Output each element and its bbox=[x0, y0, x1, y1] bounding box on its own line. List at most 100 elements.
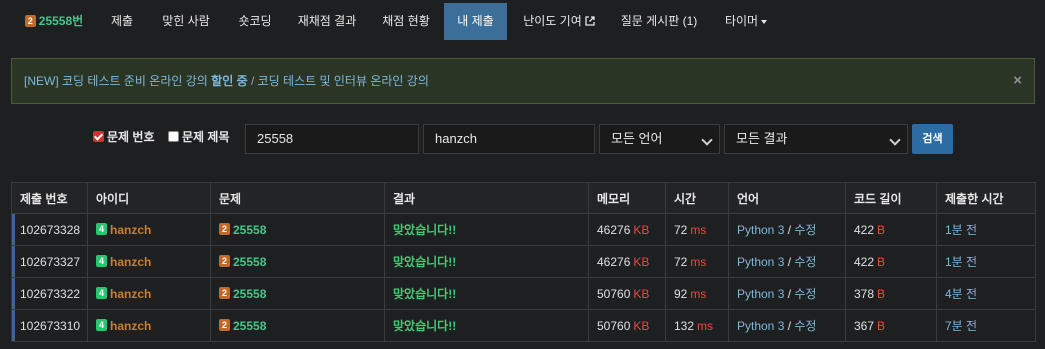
nav-difficulty-label: 난이도 기여 bbox=[523, 14, 582, 28]
code-length-value: 378 bbox=[854, 286, 875, 301]
result-select[interactable]: 모든 결과 bbox=[724, 124, 908, 154]
col-header: 문제 bbox=[210, 182, 385, 214]
nav-tab-difficulty[interactable]: 난이도 기여 bbox=[514, 3, 604, 40]
nav-tab-submit[interactable]: 제출 bbox=[98, 3, 146, 40]
time-value: 72 bbox=[674, 222, 688, 237]
language-link[interactable]: Python 3 bbox=[737, 319, 784, 333]
col-header: 제출 번호 bbox=[11, 182, 88, 214]
edit-link[interactable]: 수정 bbox=[794, 287, 816, 301]
external-link-icon bbox=[585, 16, 595, 26]
memory-unit: KB bbox=[633, 254, 650, 269]
code-length-unit: B bbox=[877, 286, 886, 301]
table-row: 102673310 4 hanzch 2 25558 맞았습니다!! 50760 KB 132 m… bbox=[11, 309, 1036, 342]
problem-link[interactable]: 25558 bbox=[233, 223, 266, 237]
code-length-unit: B bbox=[877, 222, 886, 237]
slash-divider: / bbox=[784, 223, 795, 237]
nav-tab-solved-users[interactable]: 맞힌 사람 bbox=[150, 3, 222, 40]
result-accepted: 맞았습니다!! bbox=[393, 319, 457, 333]
close-icon[interactable]: × bbox=[1013, 59, 1022, 103]
problem-title-checkbox[interactable]: 문제 제목 bbox=[168, 129, 230, 145]
nav-problem-link[interactable]: 2 25558번 bbox=[16, 3, 92, 40]
alert-interview-link[interactable]: 코딩 테스트 및 인터뷰 온라인 강의 bbox=[258, 74, 429, 88]
problem-link[interactable]: 25558 bbox=[233, 319, 266, 333]
user-link[interactable]: hanzch bbox=[110, 255, 151, 269]
language-link[interactable]: Python 3 bbox=[737, 223, 784, 237]
nav-tab-qna[interactable]: 질문 게시판 (1) bbox=[612, 3, 706, 40]
time-cell: 92 ms bbox=[665, 277, 729, 310]
nav-tab-my-submissions[interactable]: 내 제출 bbox=[444, 3, 507, 40]
problem-link[interactable]: 25558 bbox=[233, 255, 266, 269]
memory-unit: KB bbox=[633, 222, 650, 237]
problem-title-label: 문제 제목 bbox=[182, 130, 230, 144]
col-header: 코드 길이 bbox=[845, 182, 937, 214]
language-link[interactable]: Python 3 bbox=[737, 287, 784, 301]
language-cell: Python 3 / 수정 bbox=[728, 245, 846, 278]
chevron-down-icon bbox=[701, 134, 713, 146]
lecture-alert: [NEW] 코딩 테스트 준비 온라인 강의 할인 중 / 코딩 테스트 및 인… bbox=[11, 58, 1035, 104]
problem-number-label: 문제 번호 bbox=[107, 130, 155, 144]
submitted-cell: 1분 전 bbox=[936, 213, 1036, 246]
result-accepted: 맞았습니다!! bbox=[393, 223, 457, 237]
memory-unit: KB bbox=[633, 318, 650, 333]
problem-number-checkbox[interactable]: 문제 번호 bbox=[93, 129, 155, 145]
nav-tab-rejudge[interactable]: 재채점 결과 bbox=[287, 3, 367, 40]
edit-link[interactable]: 수정 bbox=[794, 223, 816, 237]
result-select-value: 모든 결과 bbox=[736, 131, 788, 146]
chevron-down-icon bbox=[889, 134, 901, 146]
memory-value: 46276 bbox=[597, 254, 631, 269]
language-select[interactable]: 모든 언어 bbox=[599, 124, 720, 154]
submitted-time-link[interactable]: 7분 전 bbox=[945, 319, 977, 333]
search-button[interactable]: 검색 bbox=[912, 124, 953, 154]
alert-text: [NEW] 코딩 테스트 준비 온라인 강의 할인 중 / 코딩 테스트 및 인… bbox=[24, 59, 429, 103]
col-header: 결과 bbox=[384, 182, 589, 214]
result-cell: 맞았습니다!! bbox=[384, 213, 589, 246]
time-cell: 132 ms bbox=[665, 309, 729, 342]
code-length-cell: 422 B bbox=[845, 245, 937, 278]
alert-discount-text: 할인 중 bbox=[211, 74, 248, 88]
tier-bronze-icon: 2 bbox=[219, 319, 230, 332]
problem-cell: 2 25558 bbox=[210, 245, 385, 278]
code-length-value: 422 bbox=[854, 222, 875, 237]
submission-id: 102673327 bbox=[11, 245, 88, 278]
memory-value: 46276 bbox=[597, 222, 631, 237]
nav-tab-timer[interactable]: 타이머 bbox=[716, 3, 776, 40]
problem-id-input[interactable]: 25558 bbox=[245, 124, 419, 154]
language-select-value: 모든 언어 bbox=[611, 131, 663, 146]
submissions-table: 제출 번호 아이디 문제 결과 메모리 시간 언어 코드 길이 제출한 시간 1… bbox=[11, 182, 1036, 342]
col-header: 언어 bbox=[728, 182, 846, 214]
language-cell: Python 3 / 수정 bbox=[728, 309, 846, 342]
code-length-cell: 367 B bbox=[845, 309, 937, 342]
checkbox-unchecked-icon bbox=[168, 131, 179, 143]
submitted-time-link[interactable]: 1분 전 bbox=[945, 223, 977, 237]
code-length-unit: B bbox=[877, 318, 886, 333]
user-link[interactable]: hanzch bbox=[110, 223, 151, 237]
submitted-cell: 7분 전 bbox=[936, 309, 1036, 342]
time-unit: ms bbox=[690, 254, 707, 269]
time-value: 92 bbox=[674, 286, 688, 301]
nav-timer-label: 타이머 bbox=[724, 14, 759, 28]
edit-link[interactable]: 수정 bbox=[794, 319, 816, 333]
problem-link[interactable]: 25558 bbox=[233, 287, 266, 301]
user-link[interactable]: hanzch bbox=[110, 287, 151, 301]
tier-green-icon: 4 bbox=[96, 255, 107, 268]
memory-unit: KB bbox=[633, 286, 650, 301]
user-cell: 4 hanzch bbox=[87, 309, 211, 342]
nav-tab-short-coding[interactable]: 숏코딩 bbox=[226, 3, 284, 40]
nav-tab-status[interactable]: 채점 현황 bbox=[371, 3, 441, 40]
tier-bronze-icon: 2 bbox=[24, 14, 36, 27]
submitted-time-link[interactable]: 1분 전 bbox=[945, 255, 977, 269]
submitted-time-link[interactable]: 4분 전 bbox=[945, 287, 977, 301]
slash-divider: / bbox=[784, 319, 795, 333]
user-link[interactable]: hanzch bbox=[110, 319, 151, 333]
language-link[interactable]: Python 3 bbox=[737, 255, 784, 269]
alert-lecture-link[interactable]: [NEW] 코딩 테스트 준비 온라인 강의 할인 중 bbox=[24, 74, 248, 88]
tier-bronze-icon: 2 bbox=[219, 223, 230, 236]
edit-link[interactable]: 수정 bbox=[794, 255, 816, 269]
slash-divider: / bbox=[784, 255, 795, 269]
submission-id: 102673328 bbox=[11, 213, 88, 246]
memory-cell: 50760 KB bbox=[588, 277, 666, 310]
user-id-input[interactable]: hanzch bbox=[423, 124, 595, 154]
time-unit: ms bbox=[690, 222, 707, 237]
submission-id: 102673322 bbox=[11, 277, 88, 310]
problem-cell: 2 25558 bbox=[210, 277, 385, 310]
